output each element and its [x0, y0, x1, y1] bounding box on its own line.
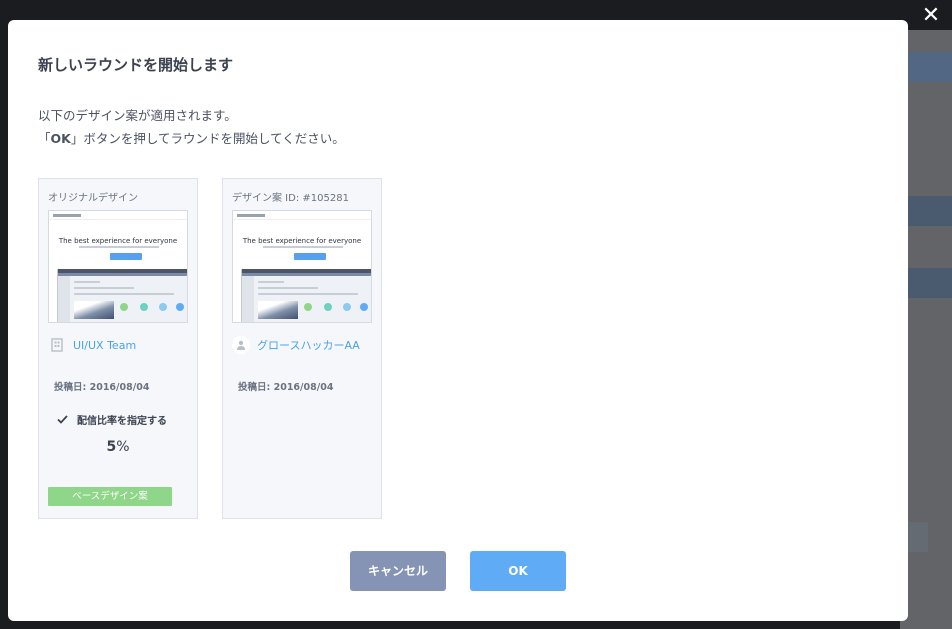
- owner-name: グロースハッカーAA: [257, 339, 360, 352]
- cancel-button[interactable]: キャンセル: [350, 551, 446, 591]
- description-line-1: 以下のデザイン案が適用されます。: [38, 108, 237, 123]
- design-card-variant: デザイン案 ID: #105281 The best experience fo…: [222, 178, 382, 519]
- modal-title: 新しいラウンドを開始します: [38, 56, 234, 74]
- card-label: オリジナルデザイン: [48, 193, 138, 204]
- modal-description: 以下のデザイン案が適用されます。 「OK」ボタンを押してラウンドを開始してくださ…: [38, 104, 345, 150]
- description-line-2: 「OK」ボタンを押してラウンドを開始してください。: [38, 131, 345, 146]
- close-icon[interactable]: ✕: [920, 5, 942, 27]
- posted-date: 投稿日: 2016/08/04: [54, 382, 150, 393]
- design-thumbnail[interactable]: The best experience for everyone: [232, 210, 372, 323]
- ratio-label: 配信比率を指定する: [77, 416, 167, 427]
- owner-link[interactable]: UI/UX Team: [48, 335, 136, 355]
- ratio-toggle[interactable]: 配信比率を指定する: [57, 412, 167, 427]
- building-icon: [48, 336, 66, 354]
- design-thumbnail[interactable]: The best experience for everyone: [48, 210, 188, 323]
- owner-name: UI/UX Team: [73, 338, 137, 352]
- thumbnail-headline: The best experience for everyone: [242, 237, 362, 245]
- owner-link[interactable]: グロースハッカーAA: [232, 335, 360, 355]
- ok-button[interactable]: OK: [470, 551, 566, 591]
- check-icon: [57, 415, 68, 424]
- background-button: [908, 52, 952, 82]
- ratio-value: 5%: [106, 439, 130, 455]
- start-round-modal: 新しいラウンドを開始します 以下のデザイン案が適用されます。 「OK」ボタンを押…: [8, 20, 908, 621]
- person-icon: [232, 336, 250, 354]
- base-design-badge: ベースデザイン案: [48, 487, 172, 506]
- card-label: デザイン案 ID: #105281: [232, 193, 349, 204]
- posted-date: 投稿日: 2016/08/04: [238, 382, 334, 393]
- thumbnail-headline: The best experience for everyone: [58, 237, 178, 245]
- design-card-original: オリジナルデザイン The best experience for everyo…: [38, 178, 198, 519]
